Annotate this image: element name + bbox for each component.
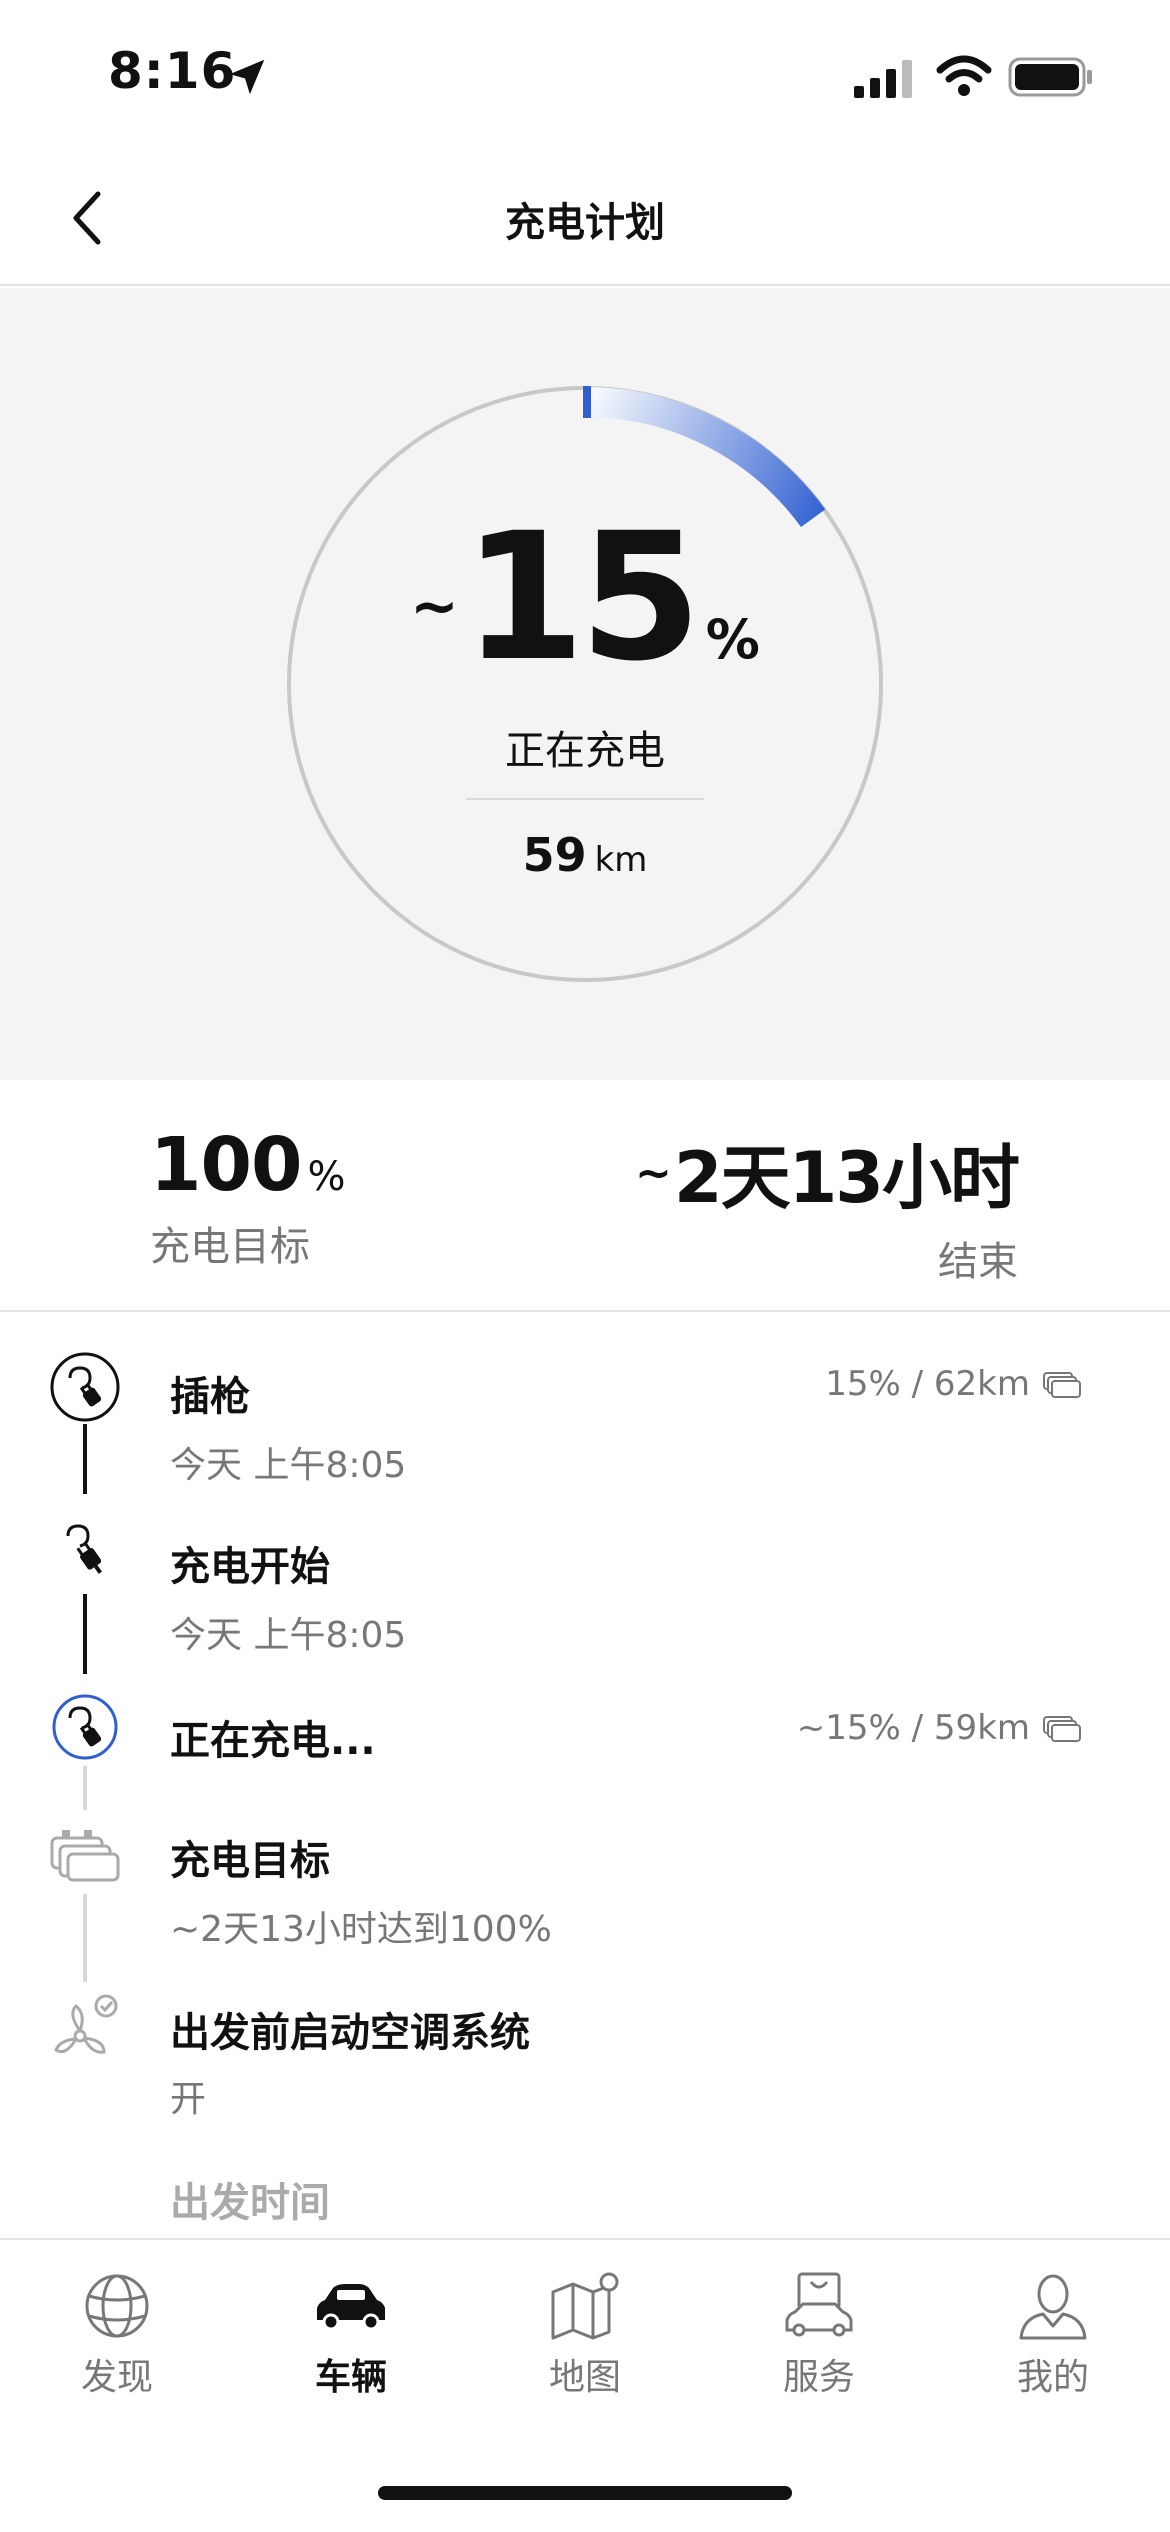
timeline-subtitle: 今天 上午8:05 — [170, 1445, 407, 1486]
battery-icon — [1008, 57, 1092, 97]
tab-service[interactable]: 服务 — [734, 2270, 904, 2410]
timeline-subtitle: ~2天13小时达到100% — [170, 1909, 552, 1950]
timeline-title: 正在充电... — [170, 1718, 376, 1764]
timeline-value-text: 15% / 62km — [825, 1364, 1030, 1404]
plug-icon — [66, 1524, 102, 1574]
timeline-subtitle: 开 — [170, 2079, 207, 2120]
battery-stack-icon — [50, 1830, 120, 1882]
plug-circle-icon — [50, 1352, 120, 1422]
timeline-connector — [83, 1894, 87, 1982]
target-unit: % — [307, 1154, 346, 1200]
nav-bar: 充电计划 — [0, 150, 1170, 286]
charging-status: 正在充电 — [505, 728, 665, 774]
page-title: 充电计划 — [505, 200, 665, 246]
battery-stack-icon — [1043, 1372, 1081, 1398]
timeline-connector — [83, 1766, 87, 1810]
end-value: 2天13小时 — [673, 1137, 1020, 1219]
tab-profile[interactable]: 我的 — [968, 2270, 1138, 2410]
departure-time-heading: 出发时间 — [170, 2180, 330, 2226]
timeline-value: 15% / 62km — [825, 1364, 1082, 1404]
target-label: 充电目标 — [150, 1224, 310, 1270]
percent-unit: % — [705, 608, 760, 671]
location-arrow-icon — [229, 59, 265, 95]
target-value: 100 — [150, 1122, 302, 1208]
profile-icon — [1019, 2274, 1087, 2340]
timeline-subtitle: 今天 上午8:05 — [170, 1615, 407, 1656]
service-icon — [785, 2272, 853, 2337]
tab-map[interactable]: 地图 — [500, 2270, 670, 2410]
range-display: 59 km — [0, 828, 1170, 882]
end-label: 结束 — [938, 1239, 1018, 1285]
wifi-icon — [936, 55, 992, 96]
car-icon — [317, 2284, 385, 2331]
approx-sign: ~ — [635, 1148, 672, 1199]
tab-vehicle[interactable]: 车辆 — [266, 2270, 436, 2410]
charge-percent: 15 — [462, 495, 702, 700]
timeline-connector — [83, 1594, 87, 1674]
tab-label: 服务 — [782, 2357, 855, 2398]
timeline-title: 插枪 — [170, 1374, 250, 1420]
hero-divider — [466, 798, 704, 800]
tab-label: 我的 — [1016, 2357, 1089, 2398]
tab-label: 车辆 — [314, 2357, 387, 2398]
charge-summary: 100% 充电目标 ~2天13小时 结束 — [0, 1080, 1170, 1312]
range-unit: km — [594, 840, 648, 880]
timeline-title: 充电目标 — [170, 1838, 330, 1884]
timeline-title: 出发前启动空调系统 — [170, 2010, 530, 2056]
tab-label: 发现 — [80, 2357, 153, 2398]
timeline-value-text: ~15% / 59km — [796, 1708, 1030, 1748]
approx-sign: ~ — [410, 572, 459, 640]
home-indicator — [378, 2486, 792, 2500]
timeline-value: ~15% / 59km — [797, 1708, 1082, 1748]
tab-discover[interactable]: 发现 — [32, 2270, 202, 2410]
map-icon — [551, 2272, 619, 2340]
timeline-title: 充电开始 — [170, 1544, 330, 1590]
status-bar: 8:16 — [0, 0, 1170, 150]
charge-end-time: ~2天13小时 结束 — [635, 1122, 1020, 1287]
charge-target[interactable]: 100% 充电目标 — [150, 1122, 345, 1272]
charging-circle-icon — [52, 1694, 118, 1760]
range-value: 59 — [522, 828, 587, 882]
timeline-connector — [83, 1424, 87, 1494]
status-time: 8:16 — [108, 42, 237, 100]
tab-label: 地图 — [548, 2357, 621, 2398]
charge-percent-display: ~15% — [0, 510, 1170, 686]
charge-status-panel: ~15% 正在充电 59 km — [0, 288, 1170, 1080]
fan-icon — [54, 1994, 118, 2054]
globe-icon — [85, 2274, 149, 2338]
cellular-signal-icon — [854, 60, 912, 98]
battery-stack-icon — [1043, 1716, 1081, 1742]
charge-timeline: 插枪 今天 上午8:05 15% / 62km 充电开始 今天 上午8:05 正… — [0, 1314, 1170, 2238]
